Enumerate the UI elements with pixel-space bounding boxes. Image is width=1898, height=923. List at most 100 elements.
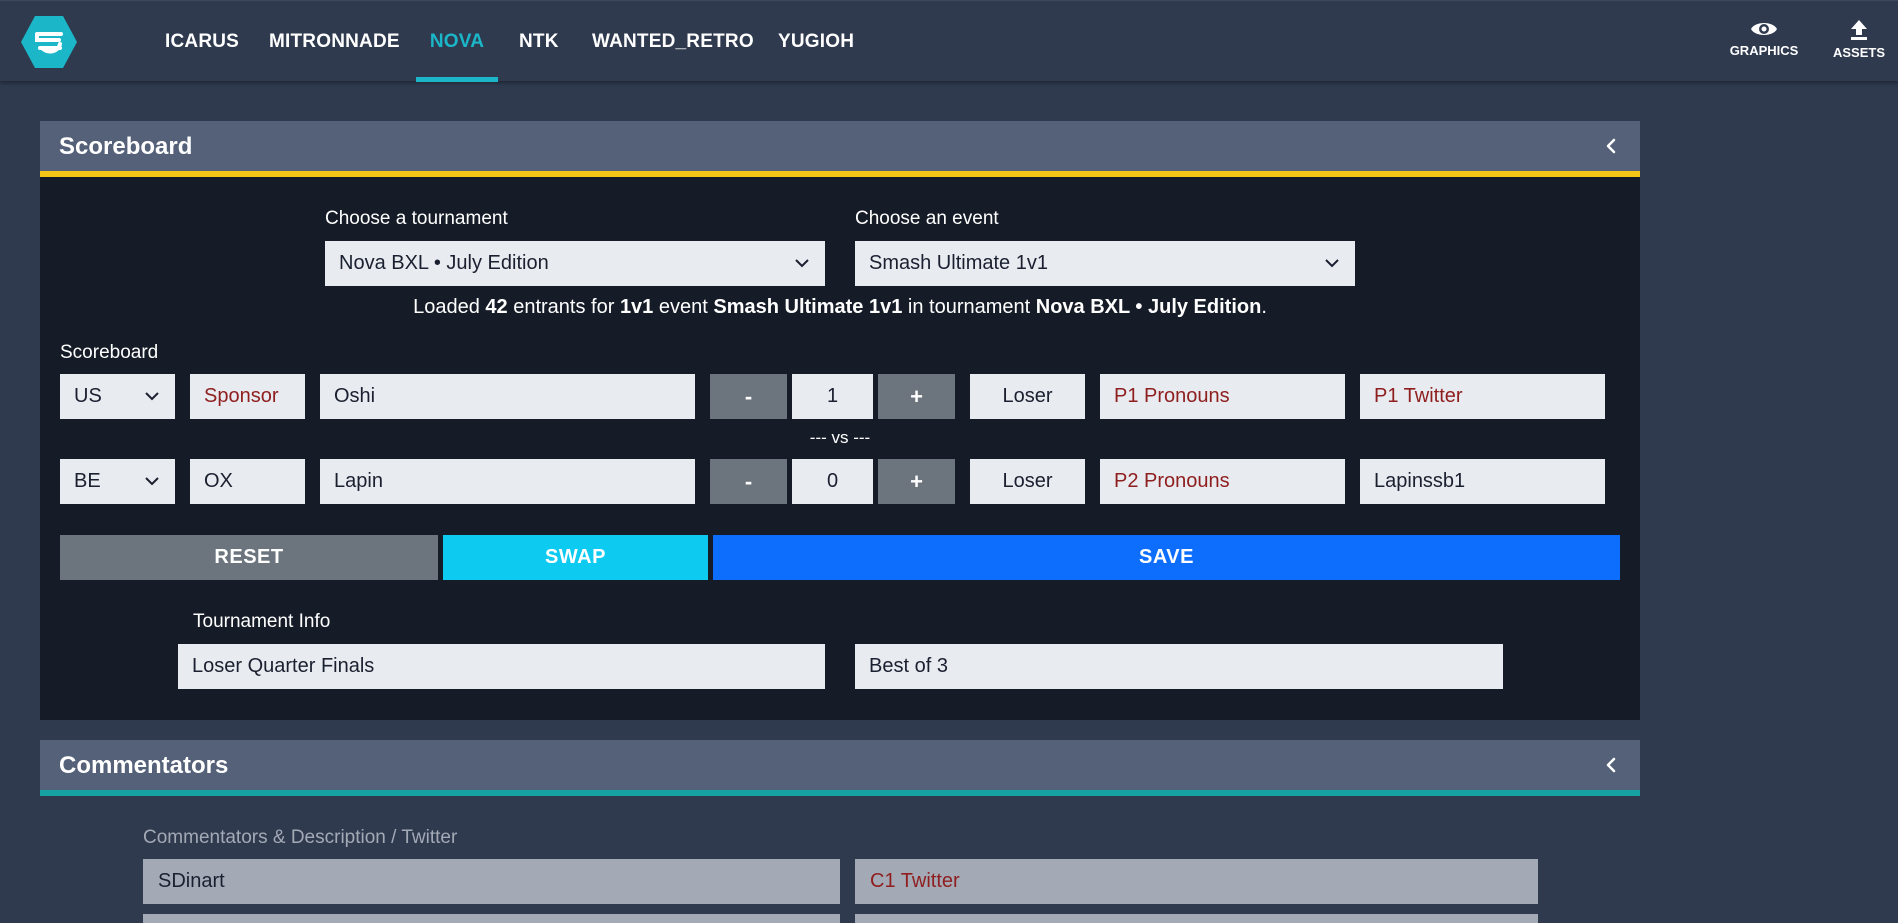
p1-loser-toggle[interactable]: Loser: [970, 374, 1085, 419]
minus-label: -: [744, 468, 753, 494]
p2-loser-toggle[interactable]: Loser: [970, 459, 1085, 504]
loaded-text: entrants for: [507, 296, 620, 318]
swap-button[interactable]: SWAP: [443, 535, 708, 580]
chevron-down-icon: [145, 477, 159, 486]
p2-country-value: BE: [74, 470, 101, 492]
event-select-value: Smash Ultimate 1v1: [869, 252, 1048, 274]
p1-name-input[interactable]: Oshi: [320, 374, 695, 419]
c1-twitter-placeholder: C1 Twitter: [870, 870, 960, 892]
p1-country-value: US: [74, 385, 102, 407]
p1-twitter-input[interactable]: P1 Twitter: [1360, 374, 1605, 419]
swap-label: SWAP: [545, 546, 606, 568]
round-value: Loser Quarter Finals: [192, 655, 375, 677]
p2-twitter-value: Lapinssb1: [1374, 470, 1466, 492]
tab-label: NOVA: [429, 30, 485, 52]
chevron-down-icon: [795, 259, 809, 268]
format-value: Best of 3: [869, 655, 948, 677]
p1-pronouns-placeholder: P1 Pronouns: [1114, 385, 1230, 407]
tab-mitronnade[interactable]: MITRONNADE: [254, 1, 415, 82]
entrant-count: 42: [485, 296, 508, 318]
tab-icarus[interactable]: ICARUS: [150, 1, 254, 82]
panel-title: Scoreboard: [59, 133, 193, 160]
chevron-left-icon[interactable]: [1604, 136, 1618, 156]
tournament-select-value: Nova BXL • July Edition: [339, 252, 549, 274]
tab-label: YUGIOH: [778, 30, 855, 52]
tournament-select[interactable]: Nova BXL • July Edition: [325, 241, 825, 286]
assets-label: ASSETS: [1832, 45, 1885, 60]
graphics-label: GRAPHICS: [1729, 43, 1799, 58]
logo-icon: [21, 16, 77, 68]
c2-twitter-input[interactable]: [855, 914, 1538, 923]
loaded-text: event: [653, 296, 714, 318]
tab-label: WANTED_RETRO: [592, 30, 754, 52]
p2-sponsor-value: OX: [204, 470, 233, 492]
p1-pronouns-input[interactable]: P1 Pronouns: [1100, 374, 1345, 419]
p2-score-increment-button[interactable]: +: [878, 459, 955, 504]
minus-label: -: [744, 383, 753, 409]
p2-twitter-input[interactable]: Lapinssb1: [1360, 459, 1605, 504]
p1-name-value: Oshi: [334, 385, 376, 407]
tab-label: ICARUS: [165, 30, 240, 52]
assets-button[interactable]: ASSETS: [1826, 19, 1892, 67]
save-label: SAVE: [1139, 546, 1194, 568]
top-nav-bar: ICARUS MITRONNADE NOVA NTK WANTED_RETRO …: [0, 0, 1898, 82]
p2-score-decrement-button[interactable]: -: [710, 459, 787, 504]
tournament-select-label: Choose a tournament: [325, 208, 508, 229]
save-button[interactable]: SAVE: [713, 535, 1620, 580]
app-logo[interactable]: [20, 14, 78, 70]
p2-score-input[interactable]: 0: [792, 459, 873, 504]
p2-name-value: Lapin: [334, 470, 383, 492]
p2-name-input[interactable]: Lapin: [320, 459, 695, 504]
p1-score-value: 1: [826, 385, 839, 407]
scoreboard-panel-body: [40, 177, 1640, 720]
event-select[interactable]: Smash Ultimate 1v1: [855, 241, 1355, 286]
tournament-info-label: Tournament Info: [193, 611, 331, 632]
tab-yugioh[interactable]: YUGIOH: [763, 1, 869, 82]
scoreboard-panel-header[interactable]: Scoreboard: [40, 121, 1640, 173]
p2-country-select[interactable]: BE: [60, 459, 175, 504]
loaded-suffix: .: [1261, 296, 1267, 318]
chevron-down-icon: [1325, 259, 1339, 268]
event-name: Smash Ultimate 1v1: [713, 296, 903, 318]
reset-label: RESET: [214, 546, 284, 568]
chevron-left-icon[interactable]: [1604, 755, 1618, 775]
plus-label: +: [910, 468, 923, 494]
round-input[interactable]: Loser Quarter Finals: [178, 644, 825, 689]
event-type: 1v1: [619, 296, 654, 318]
c1-name-value: SDinart: [158, 870, 225, 892]
tab-label: NTK: [519, 30, 559, 52]
tournament-name: Nova BXL • July Edition: [1035, 296, 1262, 318]
p1-score-decrement-button[interactable]: -: [710, 374, 787, 419]
event-select-label: Choose an event: [855, 208, 999, 229]
upload-icon: [1851, 20, 1867, 40]
graphics-button[interactable]: GRAPHICS: [1724, 19, 1804, 67]
eye-icon: [1751, 23, 1777, 35]
p2-pronouns-placeholder: P2 Pronouns: [1114, 470, 1230, 492]
c1-name-input[interactable]: SDinart: [143, 859, 840, 904]
p1-sponsor-input[interactable]: Sponsor: [190, 374, 305, 419]
tab-nova[interactable]: NOVA: [416, 1, 498, 82]
p2-score-value: 0: [826, 470, 839, 492]
tab-label: MITRONNADE: [269, 30, 400, 52]
p1-sponsor-placeholder: Sponsor: [204, 385, 279, 407]
reset-button[interactable]: RESET: [60, 535, 438, 580]
scoreboard-section-label: Scoreboard: [60, 342, 159, 363]
tab-wanted-retro[interactable]: WANTED_RETRO: [577, 1, 769, 82]
commentators-label: Commentators & Description / Twitter: [143, 827, 458, 848]
p1-score-increment-button[interactable]: +: [878, 374, 955, 419]
panel-title: Commentators: [59, 752, 229, 779]
c1-twitter-input[interactable]: C1 Twitter: [855, 859, 1538, 904]
p1-country-select[interactable]: US: [60, 374, 175, 419]
p2-pronouns-input[interactable]: P2 Pronouns: [1100, 459, 1345, 504]
commentators-panel-header[interactable]: Commentators: [40, 740, 1640, 792]
loaded-prefix: Loaded: [413, 296, 486, 318]
p2-sponsor-input[interactable]: OX: [190, 459, 305, 504]
p1-status-label: Loser: [1002, 385, 1053, 407]
plus-label: +: [910, 383, 923, 409]
format-input[interactable]: Best of 3: [855, 644, 1503, 689]
c2-name-input[interactable]: [143, 914, 840, 923]
loaded-text: in tournament: [902, 296, 1036, 318]
p1-score-input[interactable]: 1: [792, 374, 873, 419]
vs-separator: --- vs ---: [809, 428, 871, 447]
tab-ntk[interactable]: NTK: [504, 1, 574, 82]
